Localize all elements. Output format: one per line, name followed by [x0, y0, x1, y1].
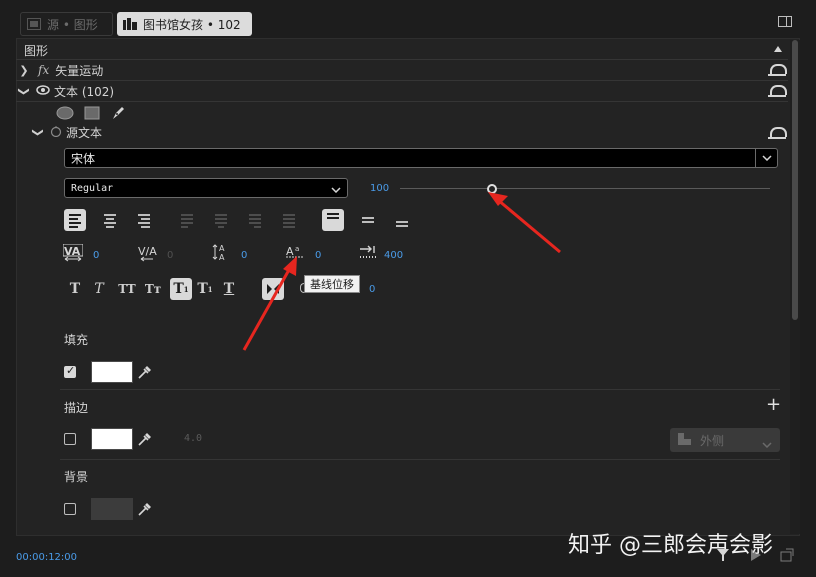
export-icon[interactable] — [780, 548, 794, 565]
watermark: 知乎 @三郎会声会影 — [568, 533, 773, 558]
annotation-arrows — [242, 192, 561, 351]
timecode[interactable]: 00:00:12:00 — [16, 552, 77, 563]
play-icon[interactable] — [750, 548, 762, 565]
filter-icon[interactable] — [716, 548, 730, 565]
